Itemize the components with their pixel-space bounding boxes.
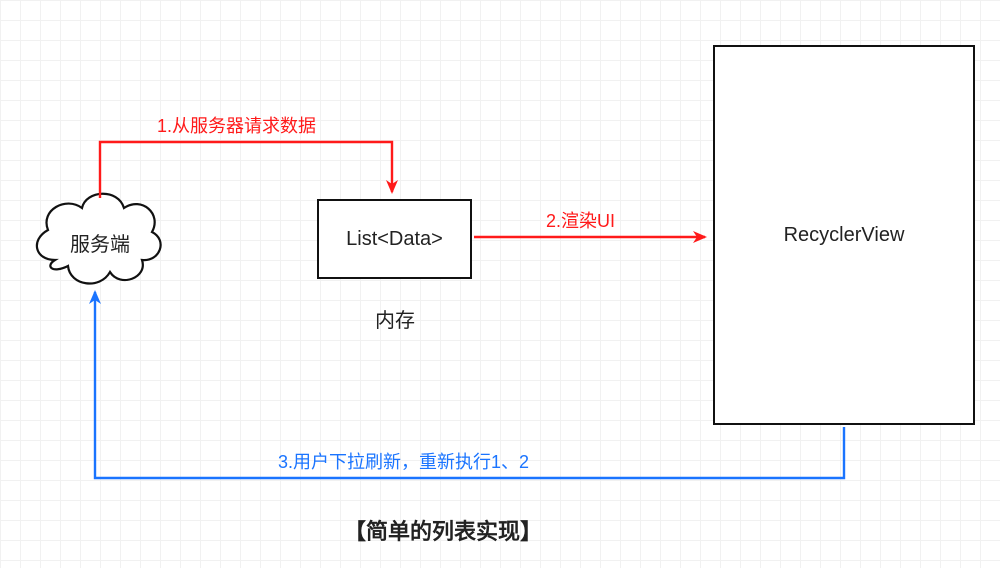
diagram-canvas: 服务端 List<Data> 内存 RecyclerView 1.从服务器请求数…: [0, 0, 1000, 568]
diagram-title: 【简单的列表实现】: [344, 514, 542, 546]
recyclerview-label: RecyclerView: [784, 224, 905, 247]
recyclerview-node: RecyclerView: [713, 45, 975, 425]
flow-1-label: 1.从服务器请求数据: [157, 112, 316, 138]
memory-label: 内存: [375, 304, 415, 333]
list-data-label: List<Data>: [346, 228, 443, 251]
server-node-label: 服务端: [70, 228, 130, 257]
flow-1-arrow: [100, 142, 392, 198]
flow-2-label: 2.渲染UI: [546, 207, 615, 233]
flow-3-label: 3.用户下拉刷新，重新执行1、2: [278, 448, 529, 474]
list-data-node: List<Data>: [317, 199, 472, 279]
